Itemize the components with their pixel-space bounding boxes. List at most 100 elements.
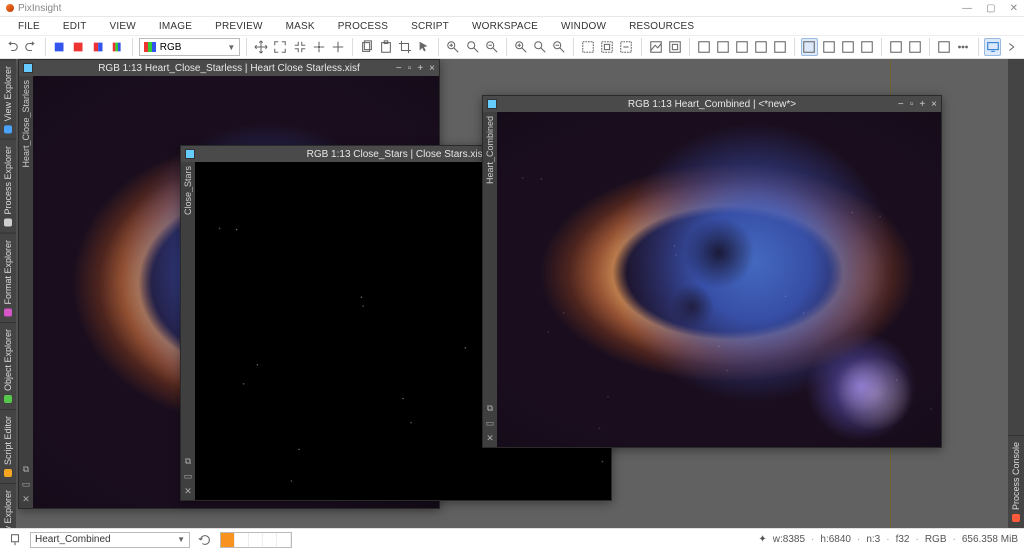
m2-icon[interactable] [715,38,731,56]
d2-icon[interactable] [821,38,837,56]
strip-btn-3[interactable]: ✕ [21,494,31,504]
d4-icon[interactable] [859,38,875,56]
menu-file[interactable]: FILE [18,21,40,32]
strip-btn-1[interactable]: ⧉ [485,403,495,413]
paste-icon[interactable] [378,38,394,56]
tab-object-explorer[interactable]: Object Explorer [0,322,16,409]
e2-icon[interactable] [907,38,923,56]
status-cs: RGB [925,534,947,545]
copy-icon[interactable] [359,38,375,56]
strip-label: Heart_Combined [485,116,495,184]
m3-icon[interactable] [734,38,750,56]
win-min-icon[interactable]: − [396,63,402,74]
menu-bar[interactable]: FILE EDIT VIEW IMAGE PREVIEW MASK PROCES… [0,17,1024,35]
strip-btn-2[interactable]: ▭ [21,479,31,489]
zoomin2-icon[interactable] [513,38,529,56]
window-side-strip: Close_Stars ⧉ ▭ ✕ [181,162,195,500]
d3-icon[interactable] [840,38,856,56]
sel3-icon[interactable] [618,38,634,56]
zoomout2-icon[interactable] [551,38,567,56]
zoomin-icon[interactable] [445,38,461,56]
win-min-icon[interactable]: − [898,99,904,110]
tab-process-console[interactable]: Process Console [1008,435,1024,528]
prev1-icon[interactable] [647,38,663,56]
right-sidebar: Process Console [1008,59,1024,528]
win-shade-icon[interactable]: ▫ [408,63,412,74]
m5-icon[interactable] [772,38,788,56]
menu-image[interactable]: IMAGE [159,21,192,32]
menu-edit[interactable]: EDIT [63,21,87,32]
move-icon[interactable] [253,38,269,56]
menu-workspace[interactable]: WORKSPACE [472,21,538,32]
m4-icon[interactable] [753,38,769,56]
workspace[interactable]: View Explorer Process Explorer Format Ex… [0,59,1024,528]
monitor-icon[interactable] [984,38,1000,56]
strip-btn-3[interactable]: ✕ [183,486,193,496]
tab-view-explorer[interactable]: View Explorer [0,59,16,139]
strip-btn-2[interactable]: ▭ [183,471,193,481]
overflow-icon[interactable] [955,38,971,56]
win-max-icon[interactable]: + [417,63,423,74]
e1-icon[interactable] [888,38,904,56]
status-h: h:6840 [820,534,851,545]
window-title-text: RGB 1:13 Heart_Combined | <*new*> [628,99,796,110]
win-close-icon[interactable]: × [931,99,937,110]
tab-script-editor[interactable]: Script Editor [0,409,16,483]
image-canvas[interactable] [497,112,941,447]
zoom11-icon[interactable] [465,38,481,56]
fit-icon[interactable] [272,38,288,56]
palette2-icon[interactable] [71,38,87,56]
crop-icon[interactable] [397,38,413,56]
sel2-icon[interactable] [599,38,615,56]
window-heart-combined[interactable]: RGB 1:13 Heart_Combined | <*new*> −▫ + × H… [482,95,942,448]
menu-script[interactable]: SCRIPT [411,21,449,32]
undo-icon[interactable] [4,38,20,56]
collapse-icon[interactable] [291,38,307,56]
win-max-icon[interactable]: + [919,99,925,110]
crosshair-icon[interactable] [330,38,346,56]
m1-icon[interactable] [696,38,712,56]
strip-label: Close_Stars [183,166,193,215]
win-close-icon[interactable]: × [429,63,435,74]
status-pin-icon[interactable] [6,531,24,549]
minimize-icon[interactable]: — [962,3,972,14]
menu-process[interactable]: PROCESS [338,21,388,32]
redo-icon[interactable] [23,38,39,56]
more-icon[interactable] [1004,38,1020,56]
status-swatches[interactable] [220,532,292,548]
tab-process-explorer[interactable]: Process Explorer [0,139,16,233]
center-icon[interactable] [311,38,327,56]
win-shade-icon[interactable]: ▫ [910,99,914,110]
window-icon [487,99,497,109]
menu-resources[interactable]: RESOURCES [629,21,694,32]
prev2-icon[interactable] [667,38,683,56]
tab-history-explorer[interactable]: History Explorer [0,483,16,528]
d1-icon[interactable] [801,38,817,56]
maximize-icon[interactable]: ▢ [986,3,995,14]
strip-btn-3[interactable]: ✕ [485,433,495,443]
menu-mask[interactable]: MASK [286,21,315,32]
palette3-icon[interactable] [91,38,107,56]
window-titlebar[interactable]: RGB 1:13 Heart_Combined | <*new*> −▫ + × [483,96,941,112]
strip-btn-1[interactable]: ⧉ [21,464,31,474]
window-titlebar[interactable]: RGB 1:13 Heart_Close_Starless | Heart Cl… [19,60,439,76]
strip-btn-2[interactable]: ▭ [485,418,495,428]
menu-window[interactable]: WINDOW [561,21,606,32]
pointer-icon[interactable] [416,38,432,56]
status-refresh-icon[interactable] [196,531,214,549]
sel1-icon[interactable] [580,38,596,56]
view-selector[interactable]: RGB ▼ [139,38,241,56]
window-controls[interactable]: — ▢ ✕ [962,3,1018,14]
menu-view[interactable]: VIEW [110,21,136,32]
palette4-icon[interactable] [110,38,126,56]
strip-btn-1[interactable]: ⧉ [183,456,193,466]
zoomout-icon[interactable] [484,38,500,56]
f1-icon[interactable] [936,38,952,56]
status-crosshair-icon: ✦ [758,534,766,545]
palette1-icon[interactable] [52,38,68,56]
close-icon[interactable]: ✕ [1010,3,1018,14]
status-view-combo[interactable]: Heart_Combined ▼ [30,532,190,548]
menu-preview[interactable]: PREVIEW [215,21,263,32]
zoom2-icon[interactable] [532,38,548,56]
tab-format-explorer[interactable]: Format Explorer [0,233,16,323]
